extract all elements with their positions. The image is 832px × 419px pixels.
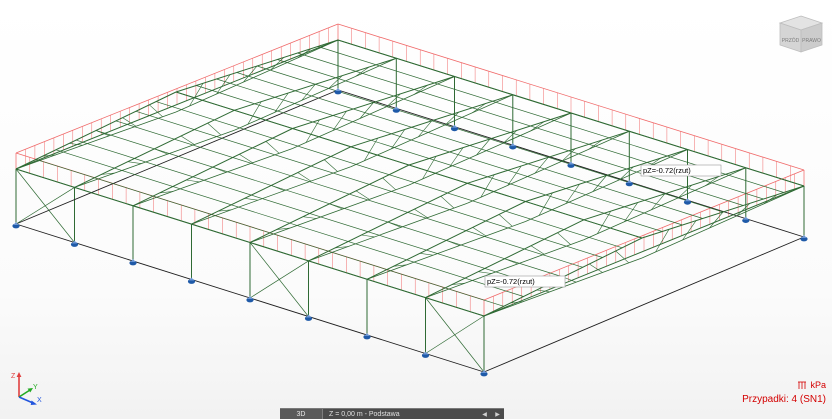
truss-web <box>186 179 200 183</box>
axis-triad-icon: Z Y X <box>11 372 42 405</box>
truss-web <box>498 214 513 227</box>
wall-brace <box>425 297 485 373</box>
load-annotation[interactable]: pZ=-0.72(rzut) <box>640 164 722 177</box>
truss-web <box>302 216 317 219</box>
truss-bottom-chord <box>408 112 572 186</box>
frame-members <box>15 39 805 373</box>
support-icon <box>334 88 342 95</box>
truss-web <box>323 159 338 172</box>
status-bar: 3D Z = 0,00 m - Podstawa ◀ ▶ <box>280 408 504 419</box>
truss-bottom-chord <box>350 94 513 168</box>
truss-web <box>763 194 778 205</box>
structure-model[interactable]: pZ=-0.72(rzut) pZ=-0.72(rzut) <box>0 0 832 419</box>
roof-purlin <box>35 159 504 307</box>
unit-text: kPa <box>810 380 826 390</box>
truss-web <box>265 141 280 154</box>
truss-bottom-chord <box>175 39 339 113</box>
model-viewport[interactable]: pZ=-0.72(rzut) pZ=-0.72(rzut) PRZÓD PRAW… <box>0 0 832 419</box>
truss-web <box>361 234 375 238</box>
truss-web <box>382 177 397 191</box>
axis-y-label: Y <box>33 384 38 391</box>
view-cube-right-label: PRAWO <box>802 38 821 44</box>
gable-top-right <box>483 185 805 317</box>
roof-purlin <box>55 149 524 297</box>
truss-web <box>615 250 630 264</box>
load-annotation-text: pZ=-0.72(rzut) <box>643 166 691 175</box>
level-selector[interactable]: Z = 0,00 m - Podstawa <box>323 409 478 419</box>
load-annotation-text: pZ=-0.72(rzut) <box>487 277 535 286</box>
view-cube-front-label: PRZÓD <box>782 37 800 44</box>
truss-web <box>207 122 222 136</box>
wall-brace <box>15 168 75 243</box>
load-annotation[interactable]: pZ=-0.72(rzut) <box>484 275 566 288</box>
view-cube-icon[interactable]: PRZÓD PRAWO <box>778 14 824 54</box>
truss-bottom-chord <box>234 57 397 131</box>
wall-brace <box>249 242 309 317</box>
roof-purlin <box>135 110 603 258</box>
view-mode-button[interactable]: 3D <box>280 409 323 419</box>
level-navigation: ◀ ▶ <box>478 409 504 419</box>
truss-web <box>127 161 142 164</box>
truss-bottom-chord <box>525 149 688 222</box>
truss-bottom-chord <box>292 76 455 149</box>
truss-web <box>557 232 571 245</box>
load-case-label: Przypadki: 4 (SN1) <box>742 394 826 405</box>
axis-x-label: X <box>37 397 42 404</box>
load-pattern-icon <box>798 381 807 389</box>
truss-bottom-chord <box>467 130 630 204</box>
axis-z-label: Z <box>11 373 16 380</box>
truss-web <box>244 198 258 201</box>
truss-web <box>478 271 492 274</box>
level-up-icon[interactable]: ▶ <box>495 411 500 418</box>
unit-legend: kPa <box>797 380 826 390</box>
roof-purlin <box>155 101 623 249</box>
level-down-icon[interactable]: ◀ <box>482 411 487 418</box>
truss-web <box>440 195 455 209</box>
truss-web <box>419 253 434 256</box>
